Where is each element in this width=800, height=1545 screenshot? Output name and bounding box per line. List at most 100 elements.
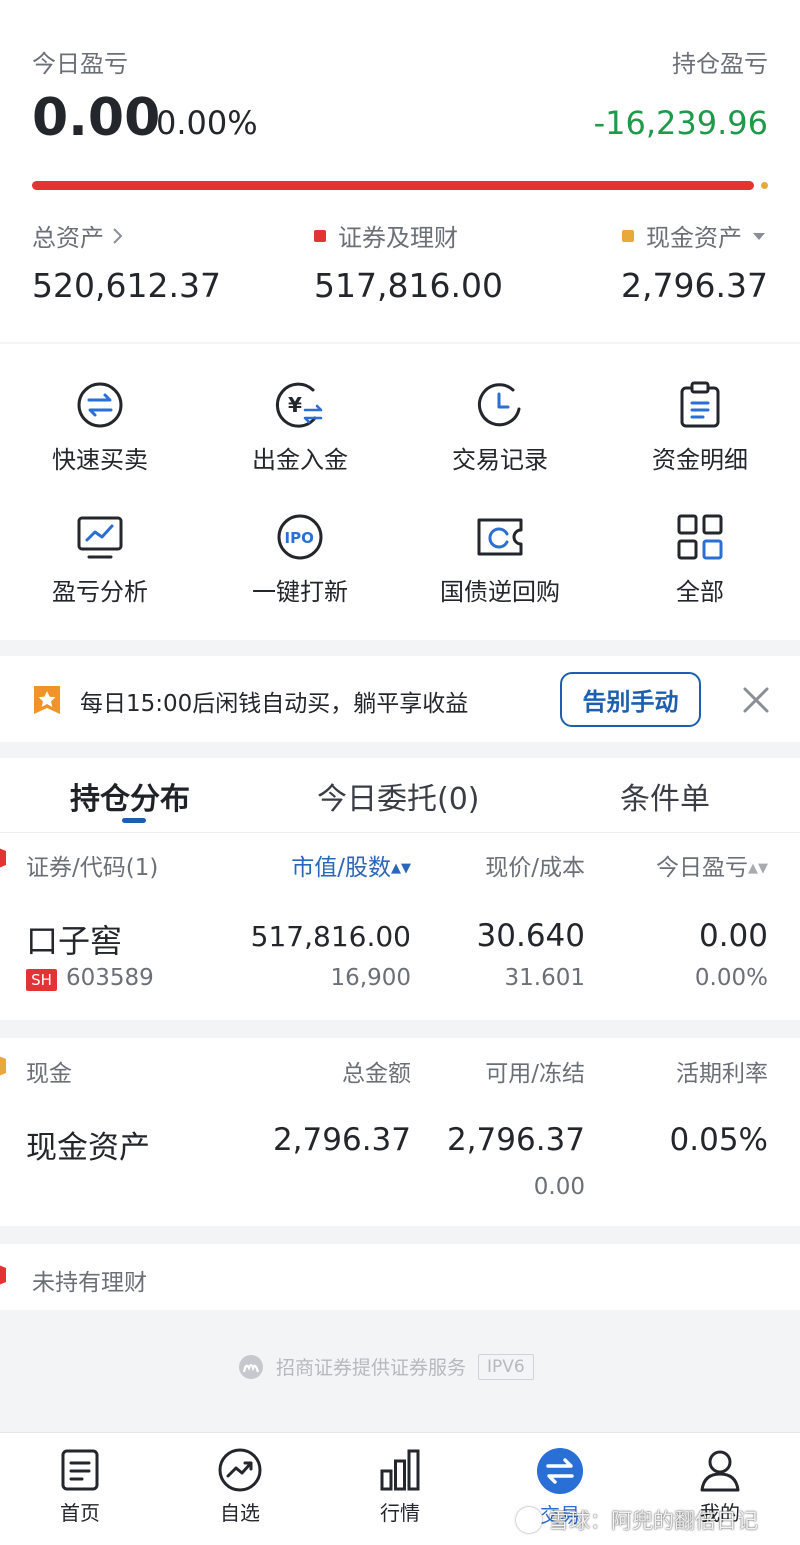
cash-share-dot bbox=[761, 182, 768, 189]
quick-action-label: 资金明细 bbox=[652, 446, 748, 474]
trend-icon bbox=[218, 1448, 262, 1492]
col-header-market-value[interactable]: 市值/股数▲▼ bbox=[291, 848, 411, 882]
section-flag-red bbox=[0, 848, 6, 868]
securities-legend: 证券及理财 bbox=[314, 218, 458, 253]
swap-circle-icon bbox=[537, 1448, 583, 1494]
broker-logo-icon bbox=[239, 1354, 263, 1379]
treasury-repo-button[interactable]: 国债逆回购 bbox=[400, 512, 600, 607]
col-header-security: 证券/代码(1) bbox=[26, 855, 159, 881]
fund-details-button[interactable]: 资金明细 bbox=[600, 380, 800, 475]
total-assets-value: 520,612.37 bbox=[32, 266, 221, 305]
today-pnl-value: 0.00 bbox=[32, 88, 161, 148]
position-pnl-value: -16,239.96 bbox=[593, 104, 768, 142]
watermark-logo bbox=[516, 1507, 542, 1533]
col-header-market-value-label: 市值/股数 bbox=[291, 855, 391, 881]
nav-watchlist[interactable]: 自选 bbox=[160, 1447, 320, 1526]
cost-price: 31.601 bbox=[504, 965, 585, 991]
clipboard-icon bbox=[680, 381, 720, 428]
sort-icon: ▲▼ bbox=[748, 861, 768, 876]
holding-today-pnl: 0.00 bbox=[698, 918, 768, 954]
cash-card: 现金 总金额 可用/冻结 活期利率 现金资产 2,796.37 2,796.37… bbox=[0, 1038, 800, 1226]
quick-action-label: 交易记录 bbox=[452, 446, 548, 474]
total-assets-link[interactable]: 总资产 bbox=[32, 218, 126, 253]
quick-action-label: 出金入金 bbox=[252, 446, 348, 474]
tab-conditional-orders[interactable]: 条件单 bbox=[620, 774, 710, 818]
broker-footer: 招商证券提供证券服务 IPV6 bbox=[238, 1353, 534, 1380]
col-header-today-pnl-label: 今日盈亏 bbox=[656, 855, 748, 881]
cash-rate: 0.05% bbox=[669, 1122, 768, 1158]
col-header-cash: 现金 bbox=[26, 1061, 72, 1087]
tab-today-orders[interactable]: 今日委托(0) bbox=[317, 774, 480, 818]
all-functions-button[interactable]: 全部 bbox=[600, 512, 800, 607]
section-flag-red bbox=[0, 1265, 6, 1285]
cash-value: 2,796.37 bbox=[621, 266, 768, 305]
banner-text: 每日15:00后闲钱自动买，躺平享收益 bbox=[80, 691, 469, 717]
account-summary: 今日盈亏 持仓盈亏 0.00 0.00% -16,239.96 总资产 证券及理… bbox=[0, 0, 800, 342]
svg-text:¥: ¥ bbox=[288, 393, 302, 417]
nav-home[interactable]: 首页 bbox=[0, 1447, 160, 1526]
home-doc-icon bbox=[61, 1449, 99, 1491]
col-header-available: 可用/冻结 bbox=[485, 1061, 585, 1087]
market-badge: SH bbox=[26, 969, 57, 991]
swap-icon bbox=[77, 382, 123, 428]
share-count: 16,900 bbox=[330, 965, 411, 991]
cash-assets-dropdown[interactable]: 现金资产 bbox=[622, 218, 768, 253]
deposit-withdraw-button[interactable]: ¥ 出金入金 bbox=[200, 380, 400, 475]
watermark: 雪球：阿兜的翻倍日记 bbox=[516, 1505, 758, 1535]
quick-action-label: 盈亏分析 bbox=[52, 578, 148, 606]
repo-ticket-icon bbox=[477, 518, 523, 556]
nav-label: 自选 bbox=[220, 1501, 260, 1525]
nav-market[interactable]: 行情 bbox=[320, 1447, 480, 1526]
cash-total: 2,796.37 bbox=[272, 1122, 411, 1158]
svg-text:IPO: IPO bbox=[285, 529, 314, 547]
promo-banner: 每日15:00后闲钱自动买，躺平享收益 告别手动 bbox=[0, 656, 800, 742]
current-price: 30.640 bbox=[476, 918, 585, 954]
close-icon[interactable] bbox=[740, 684, 772, 716]
col-header-today-pnl[interactable]: 今日盈亏▲▼ bbox=[656, 848, 768, 882]
pnl-analysis-button[interactable]: 盈亏分析 bbox=[0, 512, 200, 607]
tab-holdings[interactable]: 持仓分布 bbox=[70, 774, 190, 818]
quick-action-label: 一键打新 bbox=[252, 578, 348, 606]
section-flag-orange bbox=[0, 1056, 6, 1076]
total-assets-label: 总资产 bbox=[32, 224, 104, 252]
positions-card: 持仓分布 今日委托(0) 条件单 证券/代码(1) 市值/股数▲▼ 现价/成本 … bbox=[0, 758, 800, 1020]
col-header-total: 总金额 bbox=[342, 1061, 411, 1087]
quick-action-label: 国债逆回购 bbox=[440, 578, 560, 606]
no-wealth-label: 未持有理财 bbox=[32, 1270, 147, 1296]
col-header-price: 现价/成本 bbox=[485, 855, 585, 881]
cash-available: 2,796.37 bbox=[446, 1122, 585, 1158]
user-icon bbox=[700, 1450, 740, 1492]
asset-distribution-bar bbox=[32, 181, 754, 190]
securities-label: 证券及理财 bbox=[338, 224, 458, 252]
active-tab-indicator bbox=[122, 818, 146, 823]
stock-code: 603589 bbox=[66, 965, 154, 991]
securities-value: 517,816.00 bbox=[314, 266, 503, 305]
ipo-subscribe-button[interactable]: IPO 一键打新 bbox=[200, 512, 400, 607]
position-pnl-label: 持仓盈亏 bbox=[672, 50, 768, 78]
today-pnl-label: 今日盈亏 bbox=[32, 50, 128, 78]
quick-trade-button[interactable]: 快速买卖 bbox=[0, 380, 200, 475]
bar-chart-icon bbox=[380, 1449, 420, 1491]
ipo-icon: IPO bbox=[277, 514, 323, 560]
tab-divider bbox=[0, 832, 800, 833]
nav-label: 首页 bbox=[60, 1501, 100, 1525]
watermark-text: 雪球：阿兜的翻倍日记 bbox=[548, 1509, 758, 1533]
clock-icon bbox=[477, 383, 521, 427]
wealth-card: 未持有理财 bbox=[0, 1244, 800, 1310]
cash-frozen: 0.00 bbox=[533, 1174, 585, 1200]
market-value: 517,816.00 bbox=[250, 920, 411, 953]
ipv6-badge: IPV6 bbox=[478, 1353, 534, 1380]
sort-icon: ▲▼ bbox=[391, 861, 411, 876]
star-bookmark-icon bbox=[34, 686, 60, 714]
trade-records-button[interactable]: 交易记录 bbox=[400, 380, 600, 475]
chevron-right-icon bbox=[113, 227, 123, 244]
quick-action-label: 快速买卖 bbox=[52, 446, 148, 474]
col-header-rate: 活期利率 bbox=[676, 1061, 768, 1087]
auto-buy-button[interactable]: 告别手动 bbox=[560, 672, 701, 727]
quick-actions-grid: 快速买卖 ¥ 出金入金 交易记录 资金明细 盈亏分析 IPO 一键打新 国债逆回… bbox=[0, 344, 800, 640]
cash-color-square bbox=[622, 229, 634, 242]
quick-action-label: 全部 bbox=[676, 578, 724, 606]
cash-label: 现金资产 bbox=[646, 224, 742, 252]
today-pnl-pct: 0.00% bbox=[156, 104, 258, 142]
securities-color-square bbox=[314, 229, 326, 242]
